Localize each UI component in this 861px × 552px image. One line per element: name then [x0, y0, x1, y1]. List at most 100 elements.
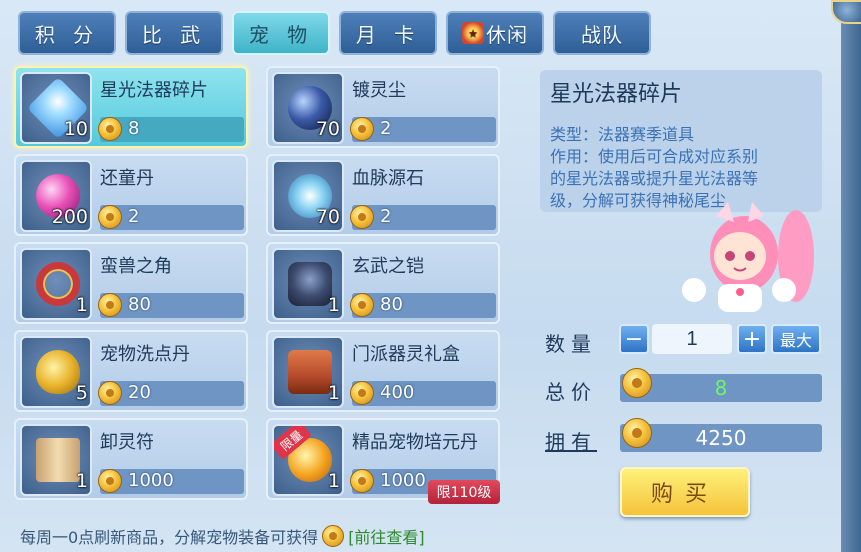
item-qty: 1: [327, 382, 340, 404]
item-price: 1000: [380, 470, 426, 491]
tab-label: 比 武: [141, 22, 207, 47]
item-thumb: 1: [272, 248, 344, 320]
item-detail-box: 星光法器碎片 类型：法器赛季道具 作用：使用后可合成对应系别 的星光法器或提升星…: [540, 70, 822, 212]
item-name: 星光法器碎片: [100, 80, 208, 101]
item-qty: 1: [327, 470, 340, 492]
item-qty: 200: [51, 206, 88, 228]
footer-note: 每周一0点刷新商品，分解宠物装备可获得 [前往查看]: [20, 524, 425, 548]
item-name: 精品宠物培元丹: [352, 432, 478, 453]
quantity-input[interactable]: [652, 324, 732, 354]
armor-icon: [288, 262, 332, 306]
tab-points[interactable]: 积 分: [18, 11, 116, 55]
tab-team[interactable]: 战队: [553, 11, 651, 55]
item-name: 卸灵符: [100, 432, 154, 453]
level-limit-badge: 限110级: [428, 480, 500, 504]
item-price-bar: 2: [350, 117, 496, 142]
item-thumb: 限量 1: [272, 424, 344, 496]
detail-line: 类型：法器赛季道具: [550, 125, 695, 144]
coin-icon: [322, 525, 345, 547]
item-price-bar: 20: [98, 381, 244, 406]
buy-button[interactable]: 购买: [620, 467, 750, 517]
item-price: 8: [128, 118, 140, 139]
item-thumb: 5: [20, 336, 92, 408]
tab-bar: 积 分 比 武 宠 物 月 卡 ★ 休闲 战队: [18, 11, 651, 55]
badge-icon: ★: [462, 22, 484, 44]
coin-icon: [98, 117, 122, 141]
shop-item[interactable]: 1 卸灵符 1000: [14, 418, 248, 500]
coin-icon: [98, 293, 122, 317]
coin-icon: [350, 381, 374, 405]
tab-label: 积 分: [34, 22, 100, 47]
shop-item[interactable]: 5 宠物洗点丹 20: [14, 330, 248, 412]
mascot-character-icon: [682, 202, 814, 312]
coin-icon: [350, 205, 374, 229]
item-qty: 1: [75, 470, 88, 492]
item-thumb: 10: [20, 72, 92, 144]
tab-label: 月 卡: [355, 22, 421, 47]
item-name: 蛮兽之角: [100, 256, 172, 277]
item-thumb: 70: [272, 72, 344, 144]
gourd-icon: [36, 350, 80, 394]
shop-item[interactable]: 70 镀灵尘 2: [266, 66, 500, 148]
detail-title: 星光法器碎片: [550, 82, 683, 107]
total-price-value: 8: [714, 376, 728, 400]
item-price-bar: 80: [350, 293, 496, 318]
owned-value: 4250: [695, 426, 747, 450]
tab-arena[interactable]: 比 武: [125, 11, 223, 55]
item-price: 20: [128, 382, 151, 403]
item-name: 门派器灵礼盒: [352, 344, 460, 365]
total-price-label: 总价: [545, 380, 597, 404]
shop-item[interactable]: 1 玄武之铠 80: [266, 242, 500, 324]
chest-icon: [288, 350, 332, 394]
tab-label: 战队: [581, 22, 623, 47]
item-qty: 70: [315, 118, 340, 140]
coin-icon: [350, 469, 374, 493]
item-thumb: 1: [20, 424, 92, 496]
detail-line: 作用：使用后可合成对应系别: [550, 147, 759, 166]
shop-item[interactable]: 1 蛮兽之角 80: [14, 242, 248, 324]
right-edge-strip: [841, 0, 861, 552]
quantity-label: 数量: [545, 332, 597, 356]
item-price-bar: 400: [350, 381, 496, 406]
owned-label[interactable]: 拥有: [545, 426, 597, 455]
item-price-bar: 8: [98, 117, 244, 142]
shop-item[interactable]: 10 星光法器碎片 8: [14, 66, 248, 148]
shop-item[interactable]: 200 还童丹 2: [14, 154, 248, 236]
tab-leisure[interactable]: ★ 休闲: [446, 11, 544, 55]
coin-icon: [350, 293, 374, 317]
increase-button[interactable]: +: [737, 324, 767, 354]
item-price-bar: 2: [98, 205, 244, 230]
owned-bar: 4250: [620, 418, 822, 452]
item-price-bar: 80: [98, 293, 244, 318]
shop-item[interactable]: 70 血脉源石 2: [266, 154, 500, 236]
item-thumb: 70: [272, 160, 344, 232]
item-name: 宠物洗点丹: [100, 344, 190, 365]
shop-item[interactable]: 限量 1 精品宠物培元丹 1000 限110级: [266, 418, 500, 504]
shop-panel: 积 分 比 武 宠 物 月 卡 ★ 休闲 战队 10 星光法器碎片 8 70 镀灵…: [0, 0, 861, 552]
coin-icon: [350, 117, 374, 141]
max-button[interactable]: 最大: [771, 324, 821, 354]
item-qty: 70: [315, 206, 340, 228]
close-button[interactable]: [831, 0, 861, 24]
item-price: 2: [380, 118, 392, 139]
item-price: 2: [380, 206, 392, 227]
item-qty: 5: [75, 382, 88, 404]
item-name: 血脉源石: [352, 168, 424, 189]
item-price: 80: [380, 294, 403, 315]
item-name: 还童丹: [100, 168, 154, 189]
shop-item[interactable]: 1 门派器灵礼盒 400: [266, 330, 500, 412]
item-thumb: 1: [272, 336, 344, 408]
item-price: 400: [380, 382, 415, 403]
item-qty: 1: [75, 294, 88, 316]
item-price: 2: [128, 206, 140, 227]
item-thumb: 200: [20, 160, 92, 232]
coin-icon: [98, 469, 122, 493]
view-link[interactable]: [前往查看]: [348, 524, 425, 548]
footer-text: 每周一0点刷新商品，分解宠物装备可获得: [20, 528, 319, 547]
detail-line: 的星光法器或提升星光法器等: [550, 169, 759, 188]
item-price: 1000: [128, 470, 174, 491]
decrease-button[interactable]: −: [619, 324, 649, 354]
total-price-bar: 8: [620, 368, 822, 402]
tab-pets[interactable]: 宠 物: [232, 11, 330, 55]
tab-monthly-card[interactable]: 月 卡: [339, 11, 437, 55]
